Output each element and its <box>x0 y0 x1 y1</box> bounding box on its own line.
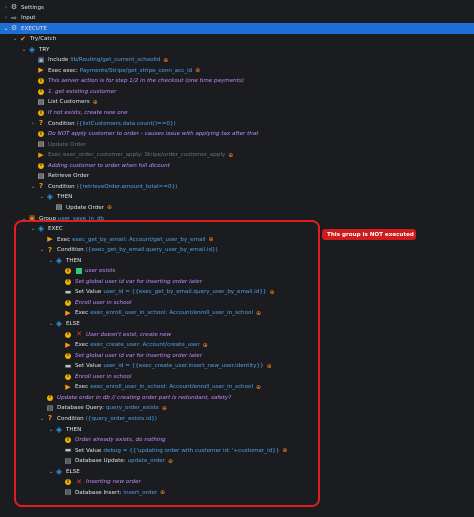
tree-row[interactable]: › ⇨ Input <box>0 13 474 24</box>
tree-row[interactable]: › ⚙ Settings <box>0 2 474 13</box>
row-label: Try/Catch <box>30 36 57 43</box>
tree-row[interactable]: i Do NOT apply customer to order - causes… <box>0 129 474 140</box>
row-comment: Adding customer to order when full dicou… <box>48 162 170 169</box>
tree-row[interactable]: ▶ Exec exec_order_customer_apply: Stripe/o… <box>0 150 474 161</box>
row-label: Condition <box>48 183 75 190</box>
row-value: lib/Routing/get_current_schoolid <box>70 57 161 64</box>
link-icon[interactable]: ⊕ <box>107 204 112 211</box>
link-icon[interactable]: ⊕ <box>93 99 98 106</box>
link-icon[interactable]: ⊕ <box>195 67 200 74</box>
expand-chevron-icon[interactable]: ⌄ <box>29 184 37 190</box>
condition-icon: ? <box>38 182 44 191</box>
collapse-chevron-icon[interactable]: › <box>2 15 10 21</box>
tree-row[interactable]: ⌄ ✔ Try/Catch <box>0 34 474 45</box>
expand-chevron-icon[interactable]: ⌄ <box>20 47 28 53</box>
row-comment: Do NOT apply customer to order - causes … <box>48 131 259 138</box>
tree-row[interactable]: i 1. get existing customer <box>0 86 474 97</box>
row-label: List Customers <box>48 99 90 106</box>
row-label: EXECUTE <box>21 25 47 32</box>
input-icon: ⇨ <box>11 13 17 22</box>
tree-row[interactable]: ▤ Update Order <box>0 139 474 150</box>
tree-row[interactable]: ⌄ ◈ TRY <box>0 44 474 55</box>
tree-row[interactable]: i If not exists, create new one <box>0 108 474 119</box>
tree-row[interactable]: i Adding customer to order when full dico… <box>0 160 474 171</box>
tree-row[interactable]: ⌄ ◈ THEN <box>0 192 474 203</box>
row-label: Include <box>48 57 69 64</box>
comment-info-icon: i <box>38 110 44 116</box>
row-label: THEN <box>57 194 73 201</box>
try-catch-icon: ✔ <box>20 34 26 43</box>
row-comment: 1. get existing customer <box>48 88 117 95</box>
row-label: Exec exec_order_customer_apply: <box>48 152 143 159</box>
not-executed-highlight-box <box>14 220 320 507</box>
list-icon: ▤ <box>37 97 45 106</box>
row-value: Stripe/order_customer_apply <box>144 152 226 159</box>
collapse-chevron-icon[interactable]: › <box>2 5 10 11</box>
comment-info-icon: i <box>38 78 44 85</box>
link-icon[interactable]: ⊕ <box>228 152 233 159</box>
not-executed-banner: This group is NOT executed <box>322 229 416 240</box>
execute-icon: ⚙ <box>10 24 18 33</box>
condition-icon: ? <box>38 119 44 128</box>
expand-chevron-icon[interactable]: ⌄ <box>11 36 19 42</box>
row-value: Payments/Stripe/get_stripe_conn_acc_id <box>79 67 193 74</box>
tree-row[interactable]: ▤ Update Order ⊕ <box>0 202 474 213</box>
tree-row[interactable]: ▣ Include lib/Routing/get_current_schoolid… <box>0 55 474 66</box>
settings-gear-icon: ⚙ <box>10 3 18 11</box>
row-label: Exec exec: <box>48 67 78 74</box>
tree-row[interactable]: ›? Condition ({listCustomers.data.count()=… <box>0 118 474 129</box>
row-value: ({retrieveOrder.amount_total==0}) <box>76 183 178 190</box>
then-icon: ◈ <box>46 192 54 202</box>
update-icon: ▤ <box>37 140 45 149</box>
tree-row[interactable]: ▤ List Customers ⊕ <box>0 97 474 108</box>
expand-chevron-icon[interactable]: ⌄ <box>2 26 10 32</box>
expand-chevron-icon[interactable]: ⌄ <box>38 194 46 200</box>
tree-row[interactable]: ▶ Exec exec: Payments/Stripe/get_stripe_co… <box>0 65 474 76</box>
include-icon: ▣ <box>37 55 45 64</box>
row-label: Update Order <box>48 141 86 148</box>
tree-row[interactable]: ⌄ ⚙ EXECUTE <box>0 23 474 35</box>
retrieve-icon: ▤ <box>37 171 45 180</box>
comment-info-icon: i <box>38 131 44 138</box>
collapse-chevron-icon[interactable]: › <box>29 121 37 127</box>
comment-info-icon: i <box>38 162 44 169</box>
row-comment: This server action is for step 1/2 in th… <box>48 78 245 85</box>
row-label: Condition <box>48 120 75 127</box>
link-icon[interactable]: ⊕ <box>163 57 168 64</box>
exec-icon: ▶ <box>38 66 44 75</box>
row-label: Update Order <box>66 204 104 211</box>
tree-row[interactable]: i This server action is for step 1/2 in t… <box>0 76 474 87</box>
row-label: TRY <box>39 46 50 53</box>
update-icon: ▤ <box>55 203 63 212</box>
row-label: Input <box>21 15 36 22</box>
tree-row[interactable]: ⌄? Condition ({retrieveOrder.amount_total=… <box>0 181 474 192</box>
row-label: Settings <box>21 4 44 11</box>
row-label: Retrieve Order <box>48 173 89 180</box>
row-value: ({listCustomers.data.count()==0}) <box>76 120 176 127</box>
row-comment: If not exists, create new one <box>48 110 128 116</box>
try-block-icon: ◈ <box>28 44 36 54</box>
tree-row[interactable]: ▤ Retrieve Order <box>0 171 474 182</box>
comment-info-icon: i <box>38 88 44 95</box>
exec-icon: ▶ <box>38 150 44 159</box>
